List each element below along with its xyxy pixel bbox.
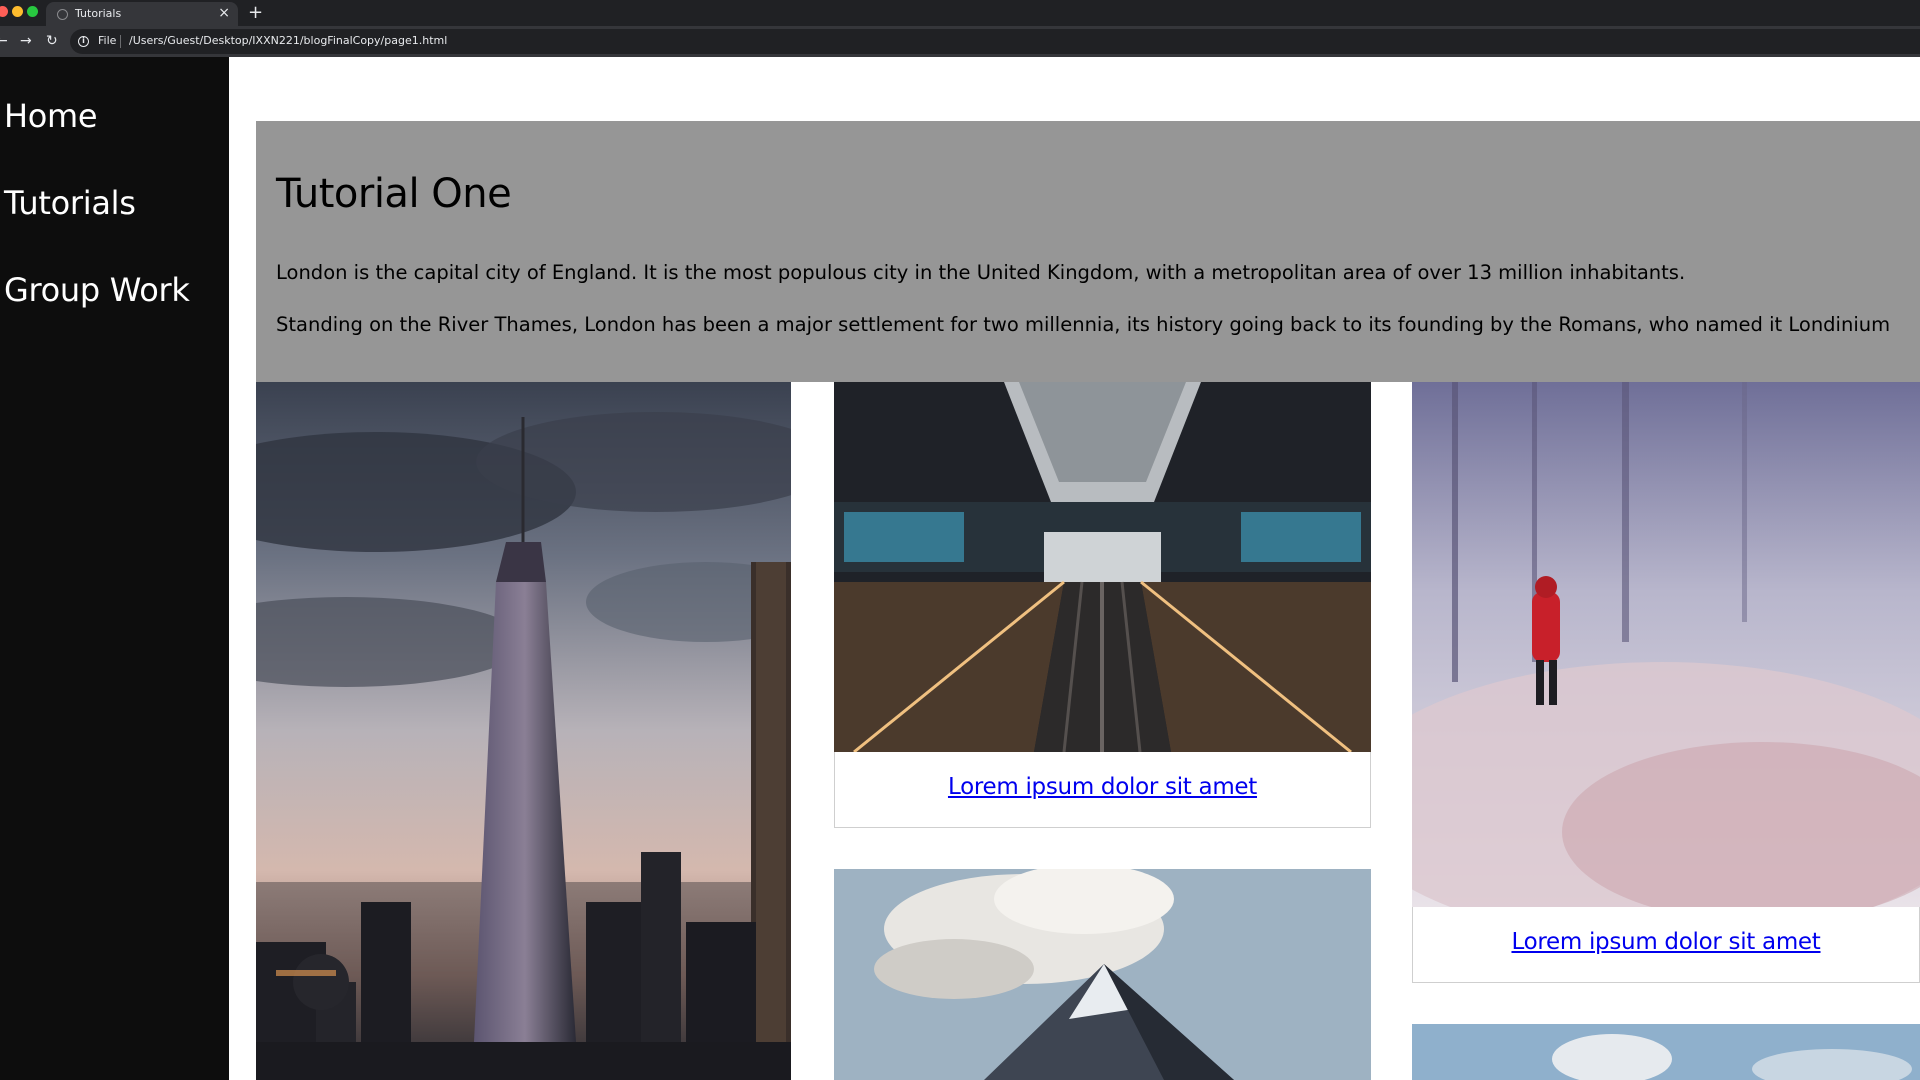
browser-chrome: Tutorials × + ← → ↻ i File /Users/Guest/… bbox=[0, 0, 1920, 57]
card-caption: Lorem ipsum dolor sit amet bbox=[1412, 907, 1920, 983]
minimize-window-button[interactable] bbox=[12, 6, 23, 17]
gallery-card-sky bbox=[1412, 1024, 1920, 1080]
globe-icon bbox=[57, 9, 68, 20]
escalator-image bbox=[834, 382, 1371, 752]
sidebar-nav: Home Tutorials Group Work bbox=[0, 57, 229, 1080]
card-caption: Lorem ipsum dolor sit amet bbox=[834, 752, 1371, 828]
mountain-peak-image bbox=[834, 869, 1371, 1080]
page-title: Tutorial One bbox=[276, 171, 512, 217]
gallery-card-escalator: Lorem ipsum dolor sit amet bbox=[834, 382, 1371, 828]
gallery-card-mountain bbox=[834, 869, 1371, 1080]
main-content: Tutorial One London is the capital city … bbox=[229, 57, 1920, 1080]
gallery-card-snow: Lorem ipsum dolor sit amet bbox=[1412, 382, 1920, 983]
gallery-card-skyline bbox=[256, 382, 791, 1080]
forward-button[interactable]: → bbox=[20, 30, 32, 52]
tutorial-header: Tutorial One London is the capital city … bbox=[256, 121, 1920, 382]
close-window-button[interactable] bbox=[0, 6, 8, 17]
back-button[interactable]: ← bbox=[0, 30, 8, 52]
tab-tutorials[interactable]: Tutorials × bbox=[46, 2, 238, 26]
reload-button[interactable]: ↻ bbox=[46, 30, 58, 52]
city-skyline-image bbox=[256, 382, 791, 1080]
divider bbox=[120, 35, 121, 48]
url-text[interactable]: /Users/Guest/Desktop/IXXN221/blogFinalCo… bbox=[129, 34, 447, 47]
toolbar: ← → ↻ i File /Users/Guest/Desktop/IXXN22… bbox=[0, 26, 1920, 57]
history-paragraph: Standing on the River Thames, London has… bbox=[276, 313, 1891, 336]
sidebar-item-home[interactable]: Home bbox=[4, 97, 98, 135]
sidebar-item-group-work[interactable]: Group Work bbox=[4, 271, 190, 309]
tab-strip: Tutorials × + bbox=[0, 0, 1920, 26]
card-link[interactable]: Lorem ipsum dolor sit amet bbox=[1511, 929, 1820, 955]
intro-paragraph: London is the capital city of England. I… bbox=[276, 261, 1686, 284]
close-tab-icon[interactable]: × bbox=[218, 5, 230, 21]
person-in-snow-image bbox=[1412, 382, 1920, 907]
url-scheme-label: File bbox=[98, 34, 117, 47]
sidebar-item-tutorials[interactable]: Tutorials bbox=[4, 184, 136, 222]
sky-clouds-image bbox=[1412, 1024, 1920, 1080]
info-icon[interactable]: i bbox=[78, 36, 89, 47]
new-tab-button[interactable]: + bbox=[248, 1, 263, 25]
maximize-window-button[interactable] bbox=[27, 6, 38, 17]
card-link[interactable]: Lorem ipsum dolor sit amet bbox=[948, 774, 1257, 800]
address-bar[interactable]: i File /Users/Guest/Desktop/IXXN221/blog… bbox=[70, 29, 1920, 54]
tab-title: Tutorials bbox=[75, 7, 122, 20]
